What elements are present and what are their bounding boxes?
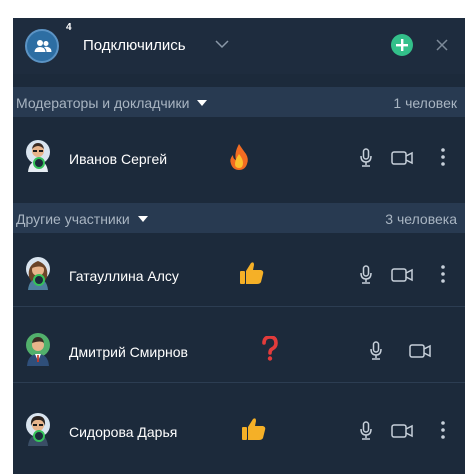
close-icon[interactable] xyxy=(436,39,448,51)
participant-name: Иванов Сергей xyxy=(69,151,168,167)
microphone-icon[interactable] xyxy=(359,265,373,285)
section-moderators-count: 1 человек xyxy=(393,95,457,111)
participant-name: Дмитрий Смирнов xyxy=(69,344,188,360)
plus-icon xyxy=(396,39,408,51)
microphone-icon[interactable] xyxy=(369,341,383,361)
participant-row[interactable]: Сидорова Дарья xyxy=(13,401,465,463)
section-others-count: 3 человека xyxy=(385,211,457,227)
chevron-down-icon[interactable] xyxy=(215,39,229,49)
participant-row[interactable]: Иванов Сергей xyxy=(13,128,465,190)
participant-row[interactable]: Дмитрий Смирнов xyxy=(13,321,465,383)
participants-panel: 4 Подключились Модераторы и докладчики 1… xyxy=(13,18,465,474)
fire-emoji-icon xyxy=(230,144,248,170)
question-mark-emoji-icon xyxy=(262,336,278,361)
section-moderators-title: Модераторы и докладчики xyxy=(16,95,190,111)
panel-title[interactable]: Подключились xyxy=(83,37,186,54)
caret-down-icon xyxy=(197,100,208,106)
avatar xyxy=(26,333,50,366)
people-icon xyxy=(34,40,52,52)
more-options-icon[interactable] xyxy=(441,264,445,284)
add-participant-button[interactable] xyxy=(391,34,413,56)
section-others-title: Другие участники xyxy=(16,211,130,227)
online-status-icon xyxy=(33,430,45,442)
thumbs-up-emoji-icon xyxy=(240,262,264,284)
camera-icon[interactable] xyxy=(391,267,413,283)
caret-down-icon xyxy=(137,216,148,222)
more-options-icon[interactable] xyxy=(441,147,445,167)
participants-group-button[interactable] xyxy=(25,29,59,63)
online-status-icon xyxy=(33,274,45,286)
camera-icon[interactable] xyxy=(409,343,431,359)
panel-header: 4 Подключились xyxy=(13,18,465,74)
microphone-icon[interactable] xyxy=(359,421,373,441)
camera-icon[interactable] xyxy=(391,423,413,439)
online-status-icon xyxy=(33,157,45,169)
participant-count-badge: 4 xyxy=(66,22,72,33)
section-other-participants[interactable]: Другие участники 3 человека xyxy=(13,203,465,233)
thumbs-up-emoji-icon xyxy=(242,418,266,440)
participant-row[interactable]: Гатауллина Алсу xyxy=(13,245,465,307)
participant-name: Сидорова Дарья xyxy=(69,424,178,440)
section-moderators[interactable]: Модераторы и докладчики 1 человек xyxy=(13,87,465,117)
microphone-icon[interactable] xyxy=(359,148,373,168)
camera-icon[interactable] xyxy=(391,150,413,166)
participant-name: Гатауллина Алсу xyxy=(69,268,179,284)
more-options-icon[interactable] xyxy=(441,420,445,440)
